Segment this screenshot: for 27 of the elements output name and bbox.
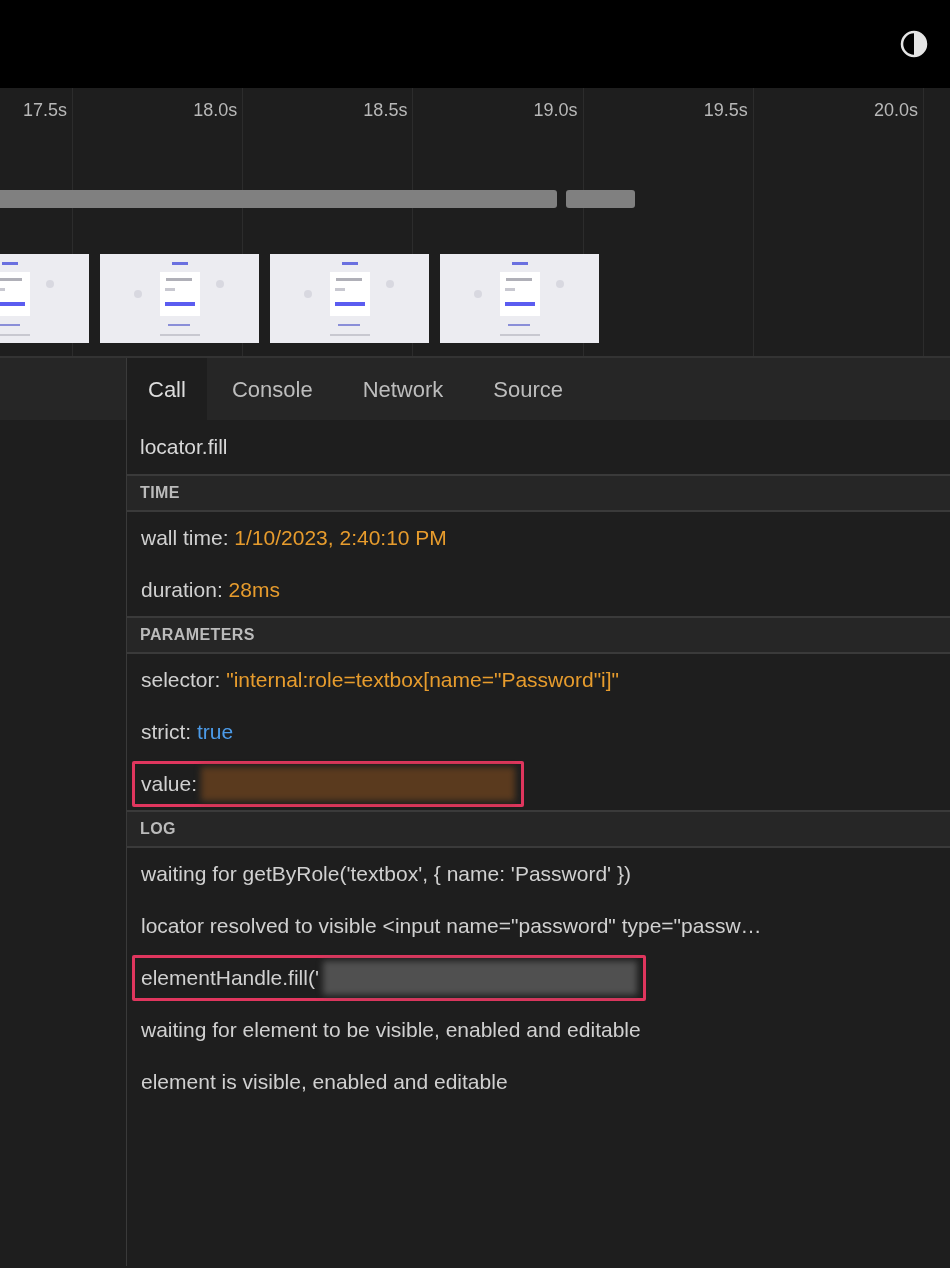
log-line: element is visible, enabled and editable (141, 1069, 508, 1096)
section-header: TIME (127, 474, 950, 512)
property-label: elementHandle.fill(' (141, 965, 319, 992)
log-line: locator resolved to visible <input name="password" type="passw… (141, 913, 762, 940)
contrast-icon[interactable] (900, 30, 928, 58)
time-tick-label: 18.5s (363, 99, 408, 122)
tab[interactable]: Call (127, 358, 207, 420)
property-line: strict: true (141, 719, 234, 746)
time-tick-label: 17.5s (22, 99, 67, 122)
time-tick-label: 20.0s (873, 99, 918, 122)
property-line: wall time: 1/10/2023, 2:40:10 PM (141, 525, 447, 552)
section-header: LOG (127, 810, 950, 848)
tab[interactable]: Source (468, 358, 589, 420)
property-label: value: (141, 771, 198, 798)
tab[interactable]: Network (337, 358, 469, 420)
property-line: selector: "internal:role=textbox[name="Password"i]" (141, 667, 620, 694)
call-title: locator.fill (140, 434, 228, 461)
log-line: waiting for getByRole('textbox', { name: 'Password' }) (141, 861, 631, 888)
section-header: PARAMETERS (127, 616, 950, 654)
log-line: waiting for element to be visible, enabled and editable (141, 1017, 641, 1044)
action-bar[interactable] (0, 190, 557, 208)
tab[interactable]: Console (206, 358, 338, 420)
time-tick-label: 18.0s (193, 99, 238, 122)
property-line: duration: 28ms (141, 577, 280, 604)
time-tick-label: 19.0s (533, 99, 578, 122)
time-tick-label: 19.5s (703, 99, 748, 122)
action-bar[interactable] (566, 190, 635, 208)
